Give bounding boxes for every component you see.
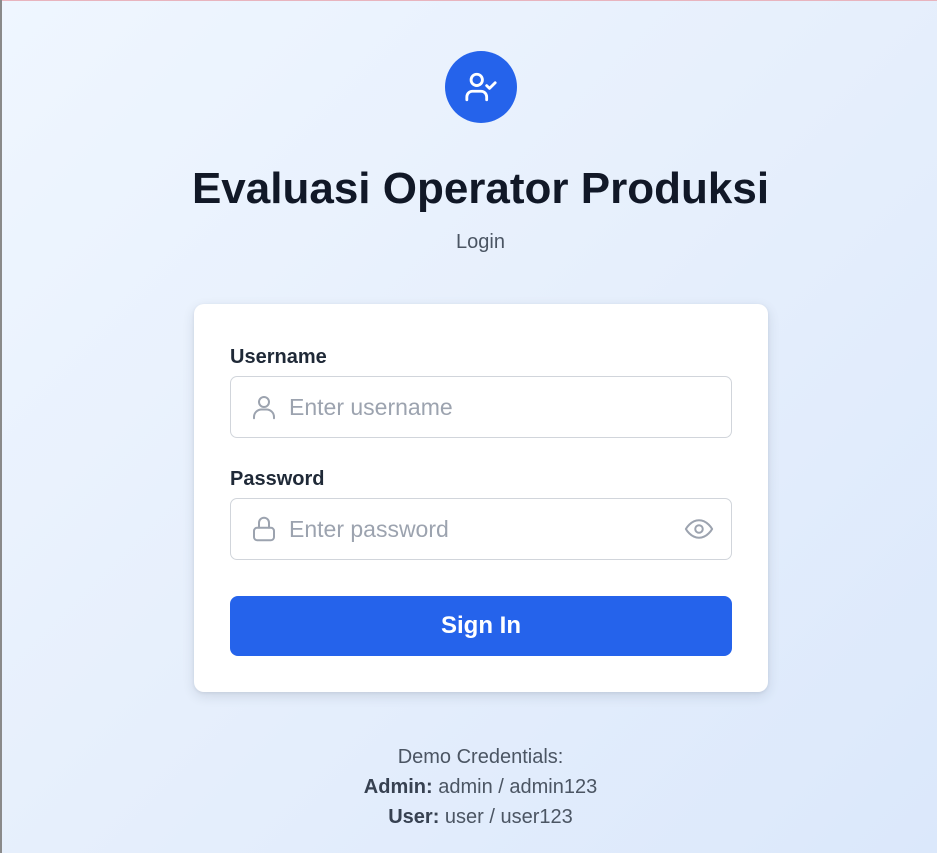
demo-user-label: User: — [388, 806, 440, 828]
app-logo — [445, 51, 517, 123]
demo-admin-label: Admin: — [363, 776, 433, 798]
login-card: Username Password Sign In — [194, 304, 768, 692]
username-field-wrapper — [230, 376, 732, 438]
demo-user-credentials: User: user / user123 — [0, 804, 937, 830]
password-field-wrapper — [230, 498, 732, 560]
demo-user-value: user / user123 — [444, 806, 573, 828]
top-border-line — [0, 0, 937, 1]
left-border-line — [0, 0, 2, 853]
user-icon — [253, 396, 275, 420]
demo-admin-credentials: Admin: admin / admin123 — [0, 774, 937, 800]
username-label: Username — [230, 346, 327, 368]
sign-in-button[interactable]: Sign In — [230, 596, 732, 656]
page-subtitle: Login — [456, 231, 505, 253]
password-input[interactable] — [289, 499, 659, 559]
user-check-icon — [465, 72, 497, 102]
demo-admin-value: admin / admin123 — [438, 776, 598, 798]
lock-icon — [253, 516, 275, 542]
page-title: Evaluasi Operator Produksi — [191, 164, 770, 213]
eye-icon[interactable] — [683, 514, 715, 544]
demo-credentials-title: Demo Credentials: — [397, 746, 564, 768]
username-input[interactable] — [289, 377, 659, 437]
password-label: Password — [230, 468, 325, 490]
